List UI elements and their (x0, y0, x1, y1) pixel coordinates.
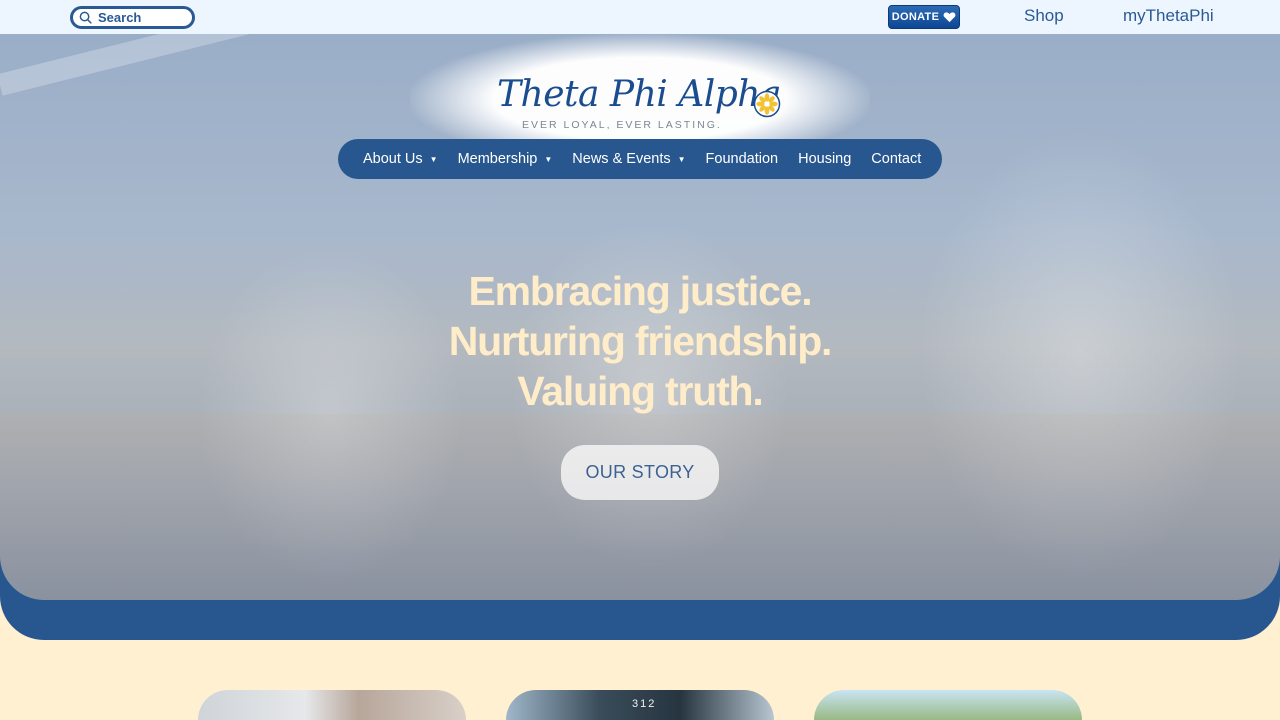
search-box[interactable] (70, 6, 195, 29)
donate-button[interactable]: DONATE (888, 5, 960, 29)
feature-card[interactable] (198, 690, 466, 720)
feature-card[interactable] (814, 690, 1082, 720)
site-logo[interactable]: Theta Phi Alpha EVER LOYAL, EVER LASTING… (497, 74, 787, 140)
daisy-icon (753, 90, 781, 118)
logo-tagline: EVER LOYAL, EVER LASTING. (522, 119, 722, 131)
headline-line: Nurturing friendship. (448, 318, 833, 364)
main-nav: About Us ▼ Membership ▼ News & Events ▼ … (338, 139, 942, 179)
nav-item-about-us[interactable]: About Us ▼ (363, 151, 438, 167)
card-caption: 312 (632, 698, 657, 710)
nav-item-membership[interactable]: Membership ▼ (458, 151, 553, 167)
feature-card[interactable]: 312 (506, 690, 774, 720)
nav-item-label: Contact (871, 151, 922, 167)
our-story-button[interactable]: OUR STORY (561, 445, 719, 500)
nav-item-news-events[interactable]: News & Events ▼ (572, 151, 685, 167)
caret-down-icon: ▼ (677, 154, 686, 164)
nav-item-contact[interactable]: Contact (871, 151, 921, 167)
hero-headline: Embracing justice. Nurturing friendship.… (340, 266, 940, 416)
donate-label: DONATE (891, 11, 940, 23)
nav-item-housing[interactable]: Housing (798, 151, 851, 167)
shop-link[interactable]: Shop (1024, 6, 1064, 26)
caret-down-icon: ▼ (429, 154, 438, 164)
nav-item-foundation[interactable]: Foundation (706, 151, 779, 167)
nav-item-label: Membership (457, 151, 538, 167)
hero-section: Theta Phi Alpha EVER LOYAL, EVER LASTING… (0, 34, 1280, 600)
caret-down-icon: ▼ (544, 154, 553, 164)
heart-icon (943, 12, 956, 23)
nav-item-label: News & Events (572, 151, 671, 167)
mythetaphi-link[interactable]: myThetaPhi (1123, 6, 1214, 26)
headline-line: Embracing justice. (468, 268, 813, 314)
nav-item-label: Foundation (705, 151, 779, 167)
search-input[interactable] (98, 10, 188, 25)
logo-wordmark: Theta Phi Alpha (497, 74, 781, 115)
nav-item-label: Housing (798, 151, 852, 167)
top-utility-bar: DONATE Shop myThetaPhi (0, 0, 1280, 34)
headline-line: Valuing truth. (517, 368, 763, 414)
nav-item-label: About Us (363, 151, 423, 167)
search-icon (79, 11, 92, 24)
